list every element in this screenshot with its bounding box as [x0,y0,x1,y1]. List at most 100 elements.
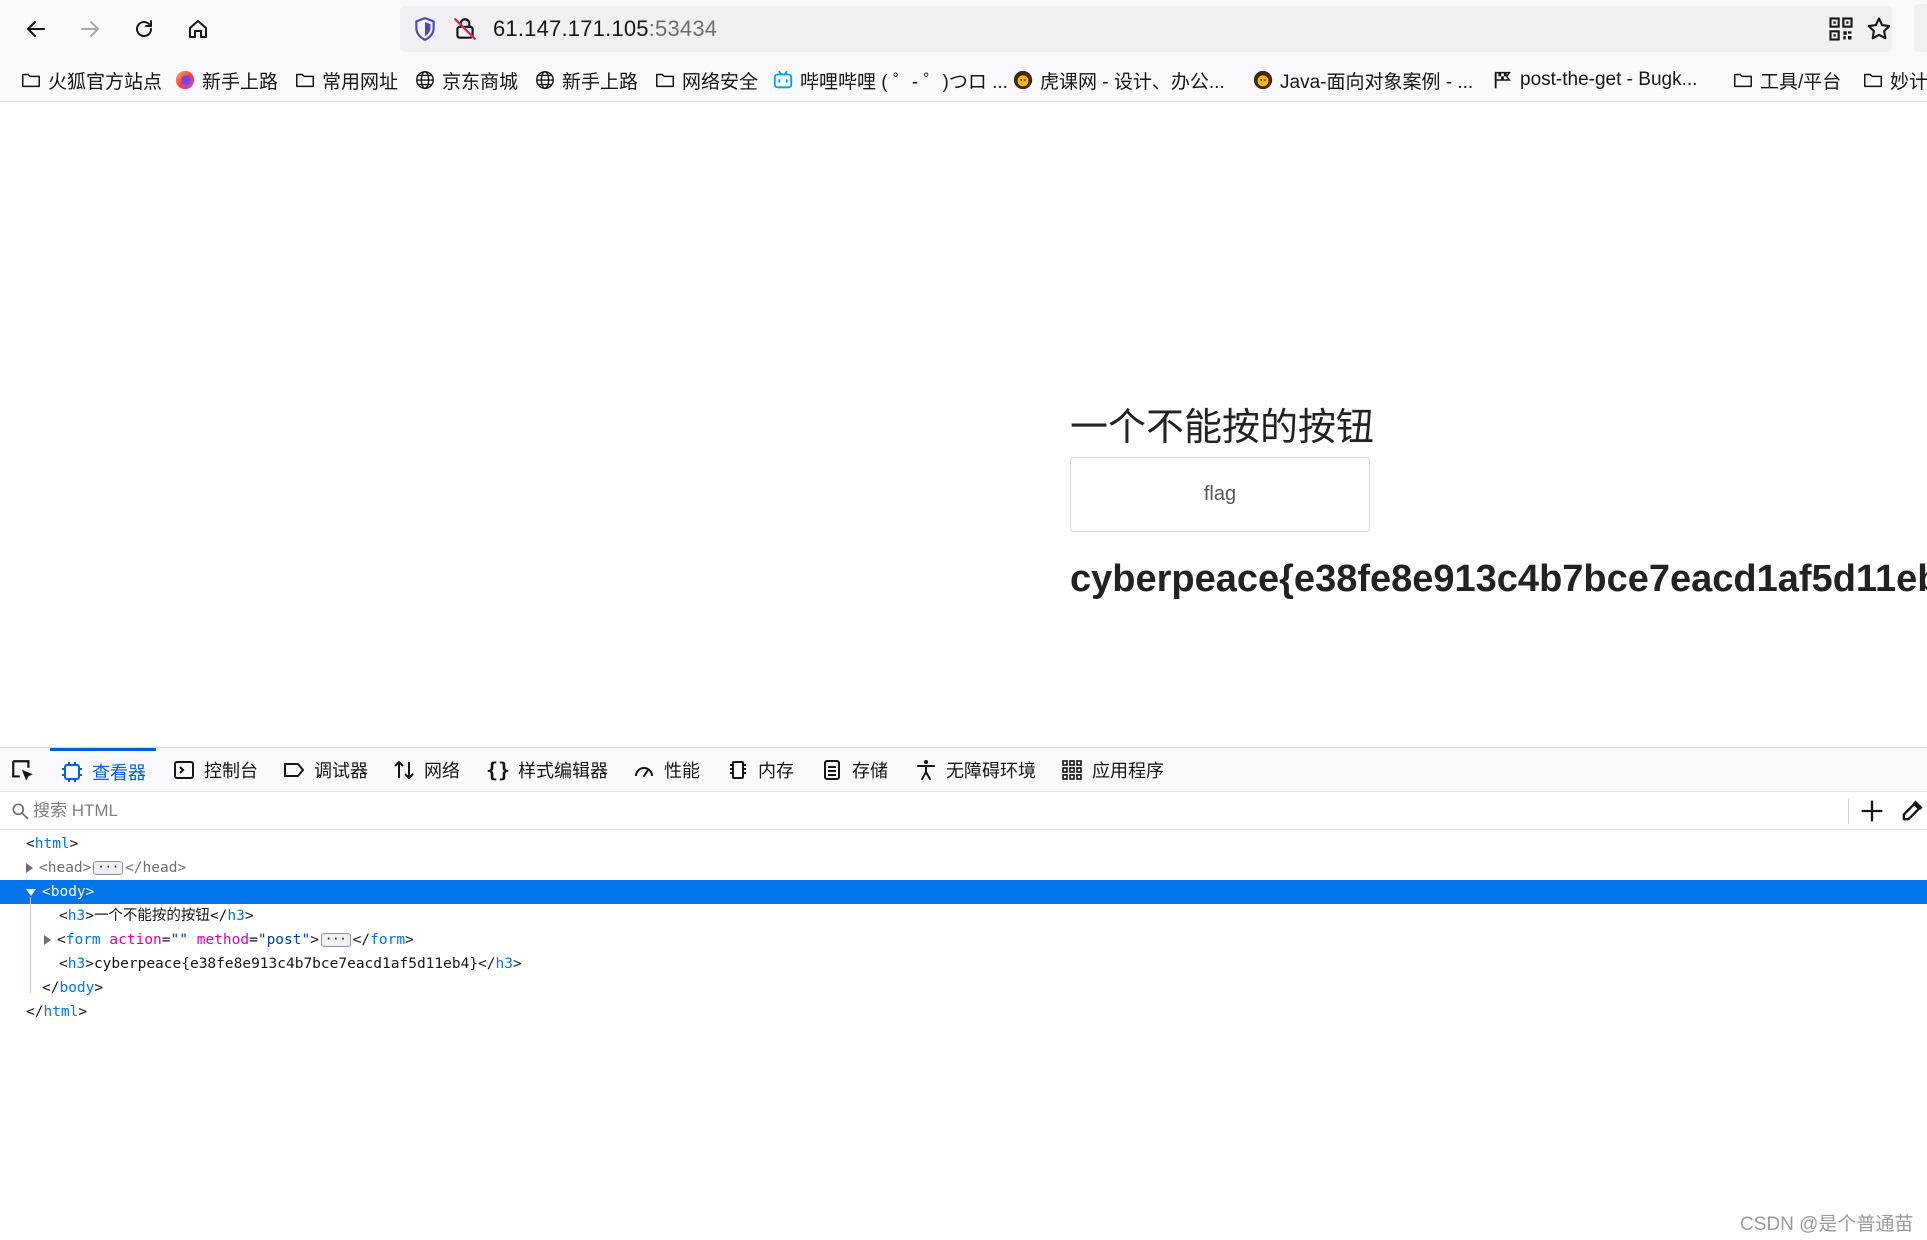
bookmark-item[interactable]: 火狐官方站点 [20,67,162,93]
tree-row-h3-title[interactable]: <h3>一个不能按的按钮</h3> [0,904,1927,928]
inspector-icon [62,761,82,782]
tab-label: 存储 [852,761,888,781]
tag-name: html [43,1004,79,1020]
html-search-input[interactable] [33,799,1833,823]
forward-button[interactable] [72,12,108,46]
bookmark-item[interactable]: 京东商城 [414,67,518,93]
bilibili-icon [773,70,793,89]
toolbar-divider [1848,798,1849,824]
accessibility-icon [917,760,935,780]
tab-label: 无障碍环境 [946,761,1036,781]
tab-performance[interactable]: 性能 [632,748,700,792]
expand-twisty[interactable] [44,935,51,945]
tracking-protection-shield-icon[interactable] [412,16,438,42]
folder-icon [296,73,314,88]
tag-name: html [34,836,70,852]
bookmark-item[interactable]: 妙计 [1862,67,1927,93]
collapse-twisty[interactable] [26,888,36,896]
tab-label: 样式编辑器 [518,761,608,781]
style-editor-icon: {} [486,758,511,782]
expand-twisty[interactable] [26,863,33,873]
tab-label: 性能 [664,761,700,781]
bookmarks-toolbar: 火狐官方站点 新手上路 常用网址 京东商城 新手上路 网络安全 哔哩哔哩 ( ゜… [0,58,1927,102]
tab-network[interactable]: 网络 [392,748,460,792]
html-search-bar [0,792,1927,830]
insecure-lock-icon[interactable] [452,16,478,42]
tab-console[interactable]: 控制台 [172,748,258,792]
bookmark-item[interactable]: 网络安全 [654,67,758,93]
tab-label: 应用程序 [1092,761,1164,781]
tab-memory[interactable]: 内存 [726,748,794,792]
tree-row-form[interactable]: <form action="" method="post"> ··· </form> [0,928,1927,952]
application-icon [1062,760,1082,780]
flag-button[interactable]: flag [1070,457,1370,532]
add-node-icon[interactable] [1858,797,1886,825]
bookmark-label: 哔哩哔哩 ( ゜- ゜)つロ ... [800,71,1008,93]
eyedropper-icon[interactable] [1898,797,1926,825]
home-button[interactable] [180,12,216,46]
tag-name: body [59,980,95,996]
tag-name: body [50,884,86,900]
console-icon [174,761,194,779]
flag-result-text: cyberpeace{e38fe8e913c4b7bce7eacd1af5d11… [1070,558,1927,600]
attr-value: "post" [257,932,311,948]
bookmark-label: 网络安全 [682,71,759,93]
back-button[interactable] [18,12,54,46]
network-icon [394,761,414,779]
bookmark-item[interactable]: post-the-get - Bugk... [1492,67,1697,93]
bookmark-label: Java-面向对象案例 - ... [1280,71,1474,93]
toolbar-overflow-edge[interactable] [1914,4,1927,52]
reload-icon [136,20,152,37]
bookmark-item[interactable]: Java-面向对象案例 - ... [1252,67,1473,93]
performance-icon [635,767,653,777]
firefox-icon [175,70,195,90]
qr-code-icon[interactable] [1827,15,1855,43]
tab-storage[interactable]: 存储 [820,748,888,792]
node-text: cyberpeace{e38fe8e913c4b7bce7eacd1af5d11… [93,956,479,972]
collapsed-ellipsis[interactable]: ··· [93,861,124,875]
tab-inspector[interactable]: 查看器 [50,748,156,792]
tab-style-editor[interactable]: {} 样式编辑器 [486,748,608,792]
bookmark-star-icon[interactable] [1865,15,1893,43]
tree-row-h3-flag[interactable]: <h3>cyberpeace{e38fe8e913c4b7bce7eacd1af… [0,952,1927,976]
hukewang-icon [1253,70,1273,90]
url-bar[interactable]: 61.147.171.105:53434 [400,6,1892,52]
tree-row-body-close[interactable]: </body> [0,976,1927,1000]
collapsed-ellipsis[interactable]: ··· [320,933,351,947]
globe-icon [536,71,554,89]
tag-name: h3 [67,908,86,924]
folder-icon [1734,73,1752,88]
tag-name: h3 [227,908,245,924]
tab-debugger[interactable]: 调试器 [282,748,368,792]
tab-label: 内存 [758,761,794,781]
tab-application[interactable]: 应用程序 [1060,748,1164,792]
bookmark-item[interactable]: 新手上路 [174,67,278,93]
tag-name: h3 [495,956,513,972]
url-text[interactable]: 61.147.171.105:53434 [493,16,717,42]
tree-row-body[interactable]: <body> [0,880,1927,904]
browser-toolbar: 61.147.171.105:53434 [0,0,1927,58]
devtools-tabbar: 查看器 控制台 调试器 网络 {} 样式编辑器 性能 内存 存储 无障碍环境 应… [0,748,1927,792]
bookmark-item[interactable]: 常用网址 [294,67,398,93]
folder-icon [656,73,674,88]
home-icon [189,20,207,38]
tab-label: 查看器 [92,762,146,783]
element-picker-icon[interactable] [10,758,36,784]
bookmark-item[interactable]: 哔哩哔哩 ( ゜- ゜)つロ ... [772,67,1008,93]
memory-icon [730,761,746,779]
bookmark-label: post-the-get - Bugk... [1520,69,1698,90]
arrow-right-icon [81,21,99,37]
bookmark-item[interactable]: 工具/平台 [1732,67,1841,93]
tree-row-html-close[interactable]: </html> [0,1000,1927,1024]
bookmark-label: 工具/平台 [1760,71,1842,93]
reload-button[interactable] [126,12,162,46]
bookmark-item[interactable]: 新手上路 [534,67,638,93]
bookmark-item[interactable]: 虎课网 - 设计、办公... [1012,67,1225,93]
page-title: 一个不能按的按钮 [1070,407,1375,449]
tag-name: head [142,860,178,876]
tree-row-html[interactable]: <html> [0,832,1927,856]
tree-indent-guide [30,897,31,993]
devtools-panel: 查看器 控制台 调试器 网络 {} 样式编辑器 性能 内存 存储 无障碍环境 应… [0,747,1927,1240]
tree-row-head[interactable]: <head> ··· </head> [0,856,1927,880]
tab-accessibility[interactable]: 无障碍环境 [914,748,1036,792]
